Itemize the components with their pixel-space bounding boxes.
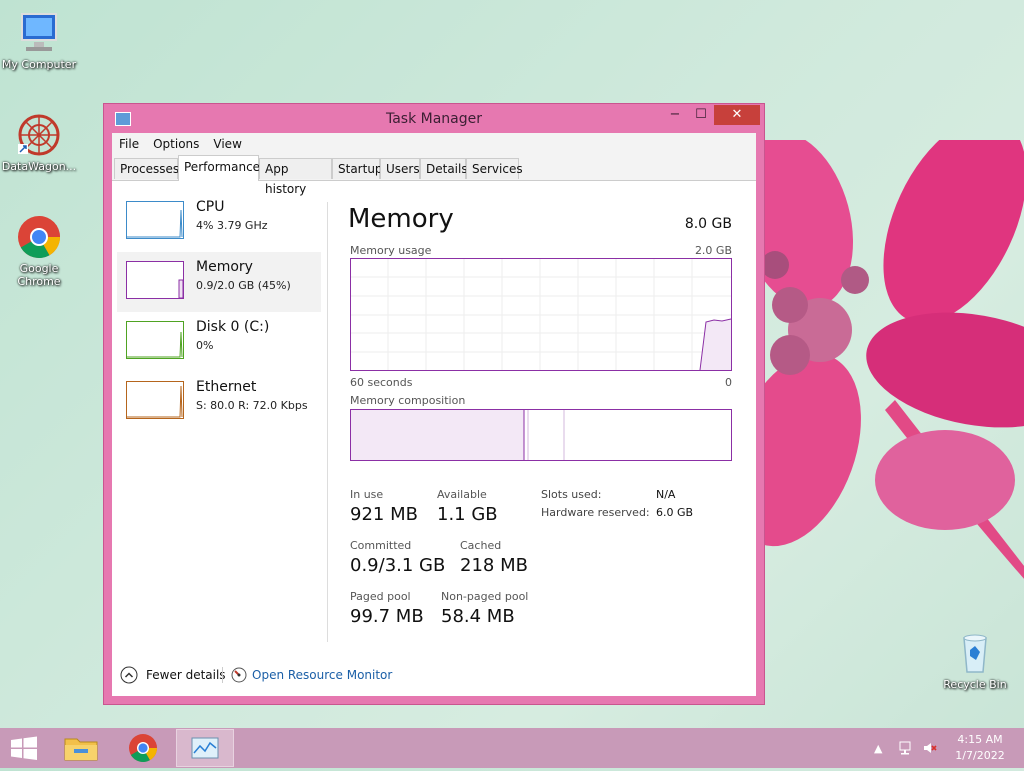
chrome-icon <box>129 734 157 762</box>
tab-app-history[interactable]: App history <box>259 158 332 196</box>
graph-time-left: 60 seconds <box>350 376 413 389</box>
desktop-icon-label: Google Chrome <box>17 262 61 288</box>
desktop-icon-label: DataWagon... <box>1 160 77 173</box>
task-manager-window: Task Manager − ☐ ✕ File Options View Pro… <box>104 104 764 704</box>
memory-thumbnail-graph <box>126 261 184 299</box>
open-resource-monitor-link[interactable]: Open Resource Monitor <box>231 666 411 686</box>
chevron-up-icon <box>120 666 138 684</box>
sidebar-item-disk[interactable]: Disk 0 (C:) 0% <box>117 312 321 372</box>
sidebar-item-name: Memory <box>196 259 253 275</box>
menu-file[interactable]: File <box>112 137 146 151</box>
folder-icon <box>64 738 98 761</box>
menu-options[interactable]: Options <box>146 137 206 151</box>
performance-pane: CPU 4% 3.79 GHz Memory 0.9/2.0 GB (45%) … <box>112 180 756 696</box>
tab-users[interactable]: Users <box>380 158 420 179</box>
wallpaper-flower <box>735 140 1024 579</box>
tab-performance[interactable]: Performance <box>178 155 260 181</box>
cached-value: 218 MB <box>460 555 528 576</box>
tray-show-hidden-icon[interactable]: ▲ <box>874 742 882 755</box>
chrome-icon <box>18 216 61 259</box>
desktop-icon-google-chrome[interactable]: Google Chrome <box>0 214 78 288</box>
clock-date[interactable]: 1/7/2022 <box>950 749 1010 762</box>
tab-processes[interactable]: Processes <box>114 158 179 179</box>
task-manager-icon <box>191 737 219 759</box>
sidebar-item-value: S: 80.0 R: 72.0 Kbps <box>196 399 308 412</box>
committed-value: 0.9/3.1 GB <box>350 555 446 576</box>
sidebar-item-value: 4% 3.79 GHz <box>196 219 268 232</box>
cached-label: Cached <box>460 539 502 552</box>
hardware-reserved-label: Hardware reserved: <box>541 506 650 519</box>
committed-label: Committed <box>350 539 412 552</box>
computer-icon <box>21 13 57 51</box>
desktop-icon-datawagon[interactable]: DataWagon... <box>0 112 78 173</box>
recycle-bin-icon <box>963 634 987 673</box>
sidebar-item-name: CPU <box>196 199 225 215</box>
cpu-thumbnail-graph <box>126 201 184 239</box>
slots-used-value: N/A <box>656 488 676 501</box>
sidebar-item-cpu[interactable]: CPU 4% 3.79 GHz <box>117 192 321 252</box>
windows-logo-icon <box>11 736 37 760</box>
tab-startup[interactable]: Startup <box>332 158 383 179</box>
pane-divider <box>327 202 328 642</box>
speaker-muted-icon[interactable] <box>922 740 938 756</box>
sidebar-item-name: Disk 0 (C:) <box>196 319 270 335</box>
memory-usage-graph <box>350 258 732 371</box>
ethernet-thumbnail-graph <box>126 381 184 419</box>
tab-strip: Processes Performance App history Startu… <box>112 155 756 196</box>
paged-pool-value: 99.7 MB <box>350 606 424 627</box>
menu-bar: File Options View <box>112 133 756 155</box>
hardware-reserved-value: 6.0 GB <box>656 506 694 519</box>
desktop-icon-recycle-bin[interactable]: Recycle Bin <box>936 630 1014 691</box>
footer-divider <box>222 667 223 683</box>
sidebar-item-value: 0.9/2.0 GB (45%) <box>196 279 291 292</box>
tab-details[interactable]: Details <box>420 158 468 179</box>
sidebar-item-value: 0% <box>196 339 214 352</box>
window-client: File Options View Processes Performance … <box>112 133 756 696</box>
open-resource-monitor-label: Open Resource Monitor <box>252 668 393 682</box>
desktop-icon-my-computer[interactable]: My Computer <box>0 10 78 71</box>
available-label: Available <box>437 488 487 501</box>
maximize-button[interactable]: ☐ <box>688 105 714 125</box>
taskbar-task-manager[interactable] <box>176 729 234 767</box>
menu-view[interactable]: View <box>206 137 248 151</box>
sidebar-item-name: Ethernet <box>196 379 257 395</box>
taskbar: ▲ 4:15 AM 1/7/2022 <box>0 728 1024 768</box>
slots-used-label: Slots used: <box>541 488 602 501</box>
graph-time-right: 0 <box>725 376 732 389</box>
desktop-icon-label: My Computer <box>1 58 77 71</box>
title-bar[interactable]: Task Manager − ☐ ✕ <box>104 104 764 132</box>
memory-composition-bar <box>350 409 732 461</box>
desktop-icon-label: Recycle Bin <box>943 678 1007 691</box>
start-button[interactable] <box>0 729 48 767</box>
datawagon-icon <box>18 114 60 156</box>
disk-thumbnail-graph <box>126 321 184 359</box>
memory-total: 8.0 GB <box>684 216 732 232</box>
in-use-label: In use <box>350 488 384 501</box>
network-icon[interactable] <box>898 740 914 756</box>
memory-usage-max: 2.0 GB <box>694 244 732 257</box>
fewer-details-label: Fewer details <box>146 668 226 682</box>
available-value: 1.1 GB <box>437 504 498 525</box>
paged-pool-label: Paged pool <box>350 590 411 603</box>
non-paged-pool-label: Non-paged pool <box>441 590 529 603</box>
memory-composition-label: Memory composition <box>350 394 466 407</box>
minimize-button[interactable]: − <box>662 105 688 125</box>
non-paged-pool-value: 58.4 MB <box>441 606 515 627</box>
resource-monitor-icon <box>231 667 247 683</box>
in-use-value: 921 MB <box>350 504 418 525</box>
sidebar-item-ethernet[interactable]: Ethernet S: 80.0 R: 72.0 Kbps <box>117 372 321 432</box>
memory-usage-label: Memory usage <box>350 244 432 257</box>
clock-time[interactable]: 4:15 AM <box>950 733 1010 746</box>
taskbar-chrome[interactable] <box>114 729 172 767</box>
close-button[interactable]: ✕ <box>714 105 760 125</box>
sidebar-item-memory[interactable]: Memory 0.9/2.0 GB (45%) <box>117 252 321 312</box>
tab-services[interactable]: Services <box>466 158 523 179</box>
memory-heading: Memory <box>348 204 454 234</box>
taskbar-file-explorer[interactable] <box>52 729 110 767</box>
